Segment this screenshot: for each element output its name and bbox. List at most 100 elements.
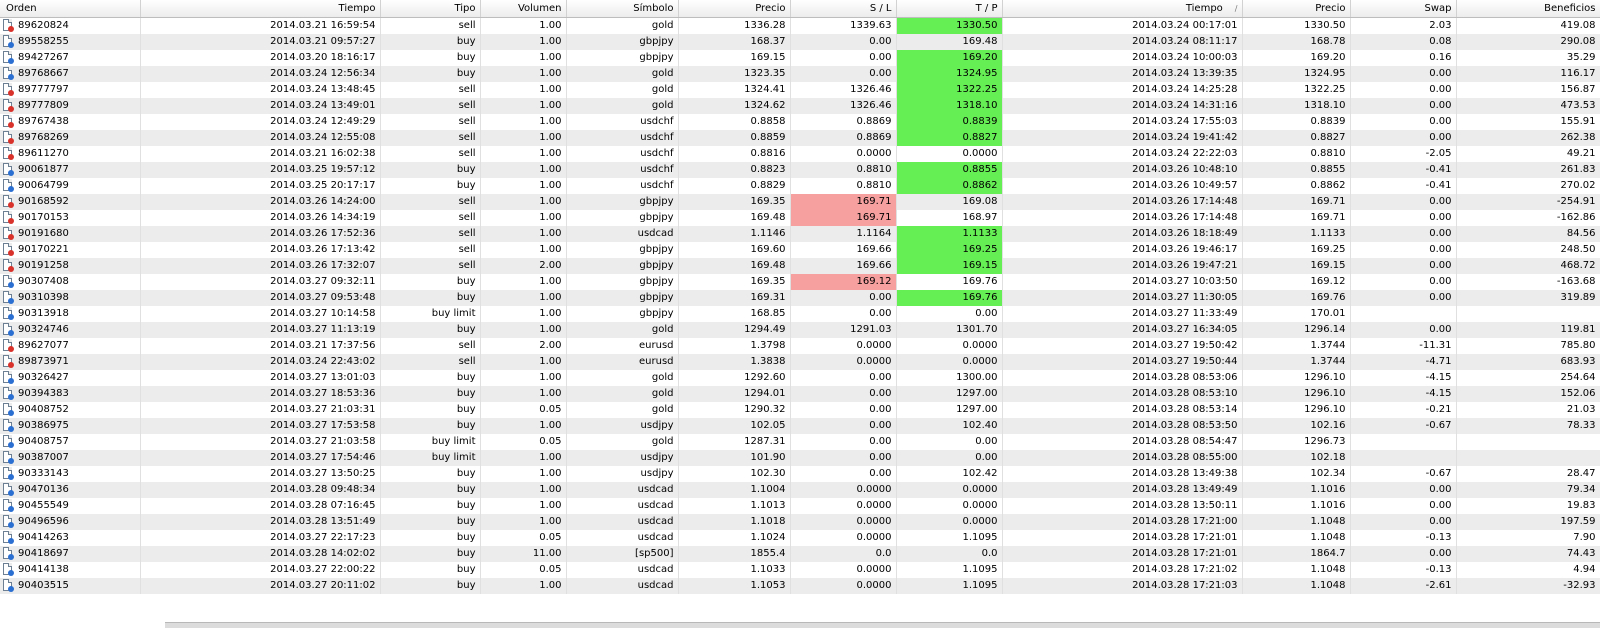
- table-row[interactable]: 90326427 2014.03.27 13:01:03 buy 1.00 gold 12…: [0, 370, 1600, 386]
- cell-volume-value: 1.00: [539, 324, 562, 335]
- cell-volume-value: 1.00: [539, 420, 562, 431]
- cell-volume-value: 1.00: [539, 212, 562, 223]
- table-row[interactable]: 89767438 2014.03.24 12:49:29 sell 1.00 usdch…: [0, 114, 1600, 130]
- cell-type-value: buy: [456, 276, 476, 287]
- col-header-volume-label: Volumen: [517, 3, 562, 14]
- cell-swap-value: -0.67: [1425, 420, 1452, 431]
- cell-profit: 248.50: [1456, 242, 1600, 258]
- table-row[interactable]: 90386975 2014.03.27 17:53:58 buy 1.00 usdjpy…: [0, 418, 1600, 434]
- table-row[interactable]: 89777797 2014.03.24 13:48:45 sell 1.00 gold 1…: [0, 82, 1600, 98]
- table-row[interactable]: 90414263 2014.03.27 22:17:23 buy 0.05 usdcad…: [0, 530, 1600, 546]
- table-row[interactable]: 89777809 2014.03.24 13:49:01 sell 1.00 gold 1…: [0, 98, 1600, 114]
- col-header-tp[interactable]: T / P: [896, 0, 1003, 18]
- table-row[interactable]: 89768269 2014.03.24 12:55:08 sell 1.00 usdch…: [0, 130, 1600, 146]
- table-row[interactable]: 90333143 2014.03.27 13:50:25 buy 1.00 usdjpy…: [0, 466, 1600, 482]
- table-row[interactable]: 90191258 2014.03.26 17:32:07 sell 2.00 gbpjp…: [0, 258, 1600, 274]
- col-header-swap[interactable]: Swap: [1350, 0, 1457, 18]
- table-row[interactable]: 90403515 2014.03.27 20:11:02 buy 1.00 usdcad…: [0, 578, 1600, 594]
- cell-tp: 0.00: [896, 434, 1003, 450]
- cell-open-price: 168.37: [678, 34, 791, 50]
- cell-open-time-value: 2014.03.27 09:53:48: [270, 292, 376, 303]
- table-row[interactable]: 90418697 2014.03.28 14:02:02 buy 11.00 [sp50…: [0, 546, 1600, 562]
- cell-swap: [1350, 450, 1457, 466]
- table-row[interactable]: 90414138 2014.03.27 22:00:22 buy 0.05 usdcad…: [0, 562, 1600, 578]
- cell-sl-value: 1291.03: [850, 324, 892, 335]
- table-row[interactable]: 89873971 2014.03.24 22:43:02 sell 1.00 eurus…: [0, 354, 1600, 370]
- table-row[interactable]: 89768667 2014.03.24 12:56:34 buy 1.00 gold 13…: [0, 66, 1600, 82]
- table-row[interactable]: 90064799 2014.03.25 20:17:17 buy 1.00 usdchf…: [0, 178, 1600, 194]
- cell-swap: -0.13: [1350, 530, 1457, 546]
- cell-profit: 49.21: [1456, 146, 1600, 162]
- table-row[interactable]: 89627077 2014.03.21 17:37:56 sell 2.00 eurus…: [0, 338, 1600, 354]
- table-row[interactable]: 90496596 2014.03.28 13:51:49 buy 1.00 usdcad…: [0, 514, 1600, 530]
- col-header-order[interactable]: Orden: [0, 0, 141, 18]
- horizontal-scrollbar[interactable]: [165, 622, 1600, 628]
- table-row[interactable]: 90191680 2014.03.26 17:52:36 sell 1.00 usdca…: [0, 226, 1600, 242]
- table-row[interactable]: 89427267 2014.03.20 18:16:17 buy 1.00 gbpjpy…: [0, 50, 1600, 66]
- col-header-close-time[interactable]: Tiempo ∕: [1002, 0, 1243, 18]
- table-row[interactable]: 90313918 2014.03.27 10:14:58 buy limit 1.00…: [0, 306, 1600, 322]
- table-row[interactable]: 90310398 2014.03.27 09:53:48 buy 1.00 gbpjpy…: [0, 290, 1600, 306]
- table-row[interactable]: 89558255 2014.03.21 09:57:27 buy 1.00 gbpjpy…: [0, 34, 1600, 50]
- cell-volume-value: 1.00: [539, 468, 562, 479]
- table-row[interactable]: 90408752 2014.03.27 21:03:31 buy 0.05 gold 12…: [0, 402, 1600, 418]
- cell-profit-value: 261.83: [1560, 164, 1596, 175]
- cell-sl: 1326.46: [790, 82, 897, 98]
- cell-close-time: 2014.03.24 19:41:42: [1002, 130, 1243, 146]
- cell-open-time: 2014.03.26 17:13:42: [140, 242, 381, 258]
- table-row[interactable]: 90394383 2014.03.27 18:53:36 buy 1.00 gold 12…: [0, 386, 1600, 402]
- cell-close-time-value: 2014.03.28 08:55:00: [1132, 452, 1238, 463]
- table-row[interactable]: 90324746 2014.03.27 11:13:19 buy 1.00 gold 12…: [0, 322, 1600, 338]
- cell-volume-value: 1.00: [539, 196, 562, 207]
- cell-close-time: 2014.03.26 17:14:48: [1002, 194, 1243, 210]
- cell-profit: 116.17: [1456, 66, 1600, 82]
- col-header-profit[interactable]: Beneficios: [1456, 0, 1600, 18]
- cell-type: buy: [380, 578, 481, 594]
- table-row[interactable]: 90168592 2014.03.26 14:24:00 sell 1.00 gbpjp…: [0, 194, 1600, 210]
- cell-sl-value: 0.8810: [856, 180, 892, 191]
- cell-open-price-value: 102.30: [750, 468, 786, 479]
- cell-type: sell: [380, 146, 481, 162]
- table-row[interactable]: 89611270 2014.03.21 16:02:38 sell 1.00 usdch…: [0, 146, 1600, 162]
- cell-type-value: sell: [458, 100, 476, 111]
- cell-tp: 0.0000: [896, 498, 1003, 514]
- col-header-symbol[interactable]: Símbolo: [566, 0, 679, 18]
- table-row[interactable]: 90307408 2014.03.27 09:32:11 buy 1.00 gbpjpy…: [0, 274, 1600, 290]
- cell-order-value: 90470136: [18, 484, 69, 495]
- table-row[interactable]: 90387007 2014.03.27 17:54:46 buy limit 1.00…: [0, 450, 1600, 466]
- cell-close-time-value: 2014.03.24 13:39:35: [1132, 68, 1238, 79]
- cell-order-value: 89873971: [18, 356, 69, 367]
- cell-order-value: 89627077: [18, 340, 69, 351]
- cell-sl: 0.8810: [790, 162, 897, 178]
- cell-volume-value: 1.00: [539, 148, 562, 159]
- table-row[interactable]: 90170221 2014.03.26 17:13:42 sell 1.00 gbpjp…: [0, 242, 1600, 258]
- table-row[interactable]: 90408757 2014.03.27 21:03:58 buy limit 0.05…: [0, 434, 1600, 450]
- cell-open-price-value: 1323.35: [744, 68, 786, 79]
- cell-close-time-value: 2014.03.26 19:47:21: [1132, 260, 1238, 271]
- cell-close-price: 102.16: [1242, 418, 1351, 434]
- table-row[interactable]: 90455549 2014.03.28 07:16:45 buy 1.00 usdcad…: [0, 498, 1600, 514]
- cell-sl: 169.66: [790, 242, 897, 258]
- col-header-type[interactable]: Tipo: [380, 0, 481, 18]
- cell-order: 90418697: [0, 546, 141, 562]
- table-row[interactable]: 90170153 2014.03.26 14:34:19 sell 1.00 gbpjp…: [0, 210, 1600, 226]
- cell-symbol: usdcad: [566, 530, 679, 546]
- col-header-volume[interactable]: Volumen: [480, 0, 567, 18]
- col-header-sl[interactable]: S / L: [790, 0, 897, 18]
- table-row[interactable]: 89620824 2014.03.21 16:59:54 sell 1.00 gold 1…: [0, 17, 1600, 34]
- table-row[interactable]: 90470136 2014.03.28 09:48:34 buy 1.00 usdcad…: [0, 482, 1600, 498]
- col-header-close-price[interactable]: Precio: [1242, 0, 1351, 18]
- col-header-open-price[interactable]: Precio: [678, 0, 791, 18]
- col-header-open-time[interactable]: Tiempo: [140, 0, 381, 18]
- cell-open-time: 2014.03.28 13:51:49: [140, 514, 381, 530]
- cell-order: 90408757: [0, 434, 141, 450]
- cell-type-value: sell: [458, 212, 476, 223]
- cell-volume-value: 1.00: [539, 132, 562, 143]
- cell-close-price-value: 1.3744: [1310, 340, 1346, 351]
- table-row[interactable]: 90061877 2014.03.25 19:57:12 buy 1.00 usdchf…: [0, 162, 1600, 178]
- cell-profit: 419.08: [1456, 17, 1600, 34]
- cell-open-time-value: 2014.03.27 22:00:22: [270, 564, 376, 575]
- cell-tp: 169.20: [896, 50, 1003, 66]
- cell-symbol: gbpjpy: [566, 34, 679, 50]
- cell-symbol: usdjpy: [566, 466, 679, 482]
